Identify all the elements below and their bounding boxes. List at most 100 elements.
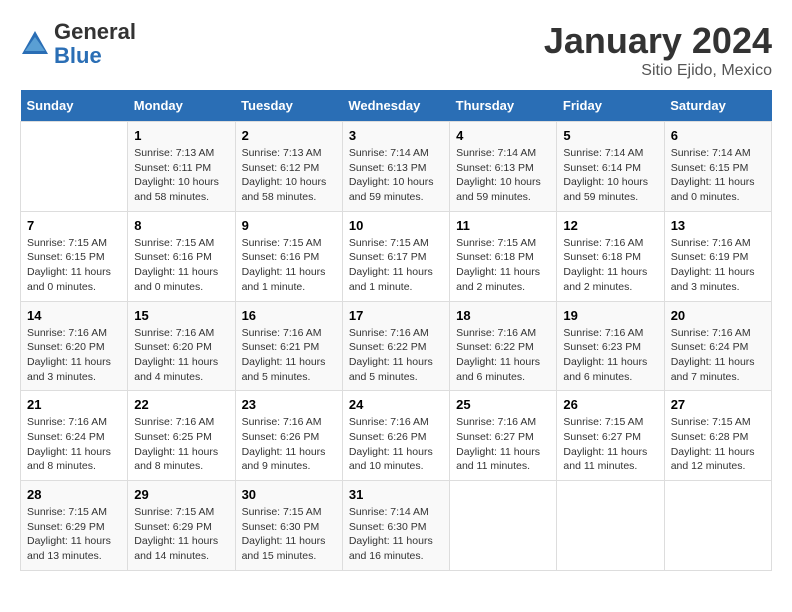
day-number: 26: [563, 397, 657, 412]
day-number: 20: [671, 308, 765, 323]
calendar-cell: 15 Sunrise: 7:16 AMSunset: 6:20 PMDaylig…: [128, 301, 235, 391]
day-info: Sunrise: 7:13 AMSunset: 6:11 PMDaylight:…: [134, 147, 219, 203]
day-info: Sunrise: 7:16 AMSunset: 6:22 PMDaylight:…: [456, 327, 540, 383]
day-number: 17: [349, 308, 443, 323]
day-number: 23: [242, 397, 336, 412]
day-number: 10: [349, 218, 443, 233]
day-info: Sunrise: 7:15 AMSunset: 6:18 PMDaylight:…: [456, 237, 540, 293]
calendar-week-3: 14 Sunrise: 7:16 AMSunset: 6:20 PMDaylig…: [21, 301, 772, 391]
day-info: Sunrise: 7:16 AMSunset: 6:20 PMDaylight:…: [27, 327, 111, 383]
day-info: Sunrise: 7:15 AMSunset: 6:30 PMDaylight:…: [242, 506, 326, 562]
calendar-cell: 6 Sunrise: 7:14 AMSunset: 6:15 PMDayligh…: [664, 122, 771, 212]
day-info: Sunrise: 7:16 AMSunset: 6:25 PMDaylight:…: [134, 416, 218, 472]
day-info: Sunrise: 7:15 AMSunset: 6:28 PMDaylight:…: [671, 416, 755, 472]
calendar-cell: 20 Sunrise: 7:16 AMSunset: 6:24 PMDaylig…: [664, 301, 771, 391]
logo-general: General: [54, 20, 136, 44]
page-header: General Blue January 2024 Sitio Ejido, M…: [20, 20, 772, 80]
day-number: 2: [242, 128, 336, 143]
day-number: 18: [456, 308, 550, 323]
weekday-header-tuesday: Tuesday: [235, 90, 342, 122]
day-info: Sunrise: 7:16 AMSunset: 6:22 PMDaylight:…: [349, 327, 433, 383]
day-number: 28: [27, 487, 121, 502]
day-number: 4: [456, 128, 550, 143]
day-number: 8: [134, 218, 228, 233]
day-number: 19: [563, 308, 657, 323]
day-number: 29: [134, 487, 228, 502]
calendar-cell: [450, 481, 557, 571]
calendar-cell: 5 Sunrise: 7:14 AMSunset: 6:14 PMDayligh…: [557, 122, 664, 212]
day-number: 1: [134, 128, 228, 143]
calendar-week-1: 1 Sunrise: 7:13 AMSunset: 6:11 PMDayligh…: [21, 122, 772, 212]
day-number: 16: [242, 308, 336, 323]
day-number: 13: [671, 218, 765, 233]
title-block: January 2024 Sitio Ejido, Mexico: [544, 20, 772, 80]
calendar-cell: 29 Sunrise: 7:15 AMSunset: 6:29 PMDaylig…: [128, 481, 235, 571]
day-info: Sunrise: 7:16 AMSunset: 6:21 PMDaylight:…: [242, 327, 326, 383]
calendar-cell: [664, 481, 771, 571]
day-number: 31: [349, 487, 443, 502]
day-info: Sunrise: 7:16 AMSunset: 6:23 PMDaylight:…: [563, 327, 647, 383]
day-number: 15: [134, 308, 228, 323]
calendar-cell: [21, 122, 128, 212]
calendar-cell: 25 Sunrise: 7:16 AMSunset: 6:27 PMDaylig…: [450, 391, 557, 481]
weekday-header-friday: Friday: [557, 90, 664, 122]
day-info: Sunrise: 7:13 AMSunset: 6:12 PMDaylight:…: [242, 147, 327, 203]
day-number: 6: [671, 128, 765, 143]
day-number: 24: [349, 397, 443, 412]
day-number: 12: [563, 218, 657, 233]
day-info: Sunrise: 7:16 AMSunset: 6:26 PMDaylight:…: [242, 416, 326, 472]
weekday-header-sunday: Sunday: [21, 90, 128, 122]
day-info: Sunrise: 7:16 AMSunset: 6:19 PMDaylight:…: [671, 237, 755, 293]
day-number: 3: [349, 128, 443, 143]
day-number: 25: [456, 397, 550, 412]
logo-text: General Blue: [54, 20, 136, 68]
day-info: Sunrise: 7:16 AMSunset: 6:18 PMDaylight:…: [563, 237, 647, 293]
calendar-cell: 31 Sunrise: 7:14 AMSunset: 6:30 PMDaylig…: [342, 481, 449, 571]
day-info: Sunrise: 7:14 AMSunset: 6:13 PMDaylight:…: [349, 147, 434, 203]
day-number: 9: [242, 218, 336, 233]
calendar-cell: 18 Sunrise: 7:16 AMSunset: 6:22 PMDaylig…: [450, 301, 557, 391]
day-info: Sunrise: 7:15 AMSunset: 6:29 PMDaylight:…: [27, 506, 111, 562]
logo: General Blue: [20, 20, 136, 68]
weekday-header-row: SundayMondayTuesdayWednesdayThursdayFrid…: [21, 90, 772, 122]
calendar-cell: 1 Sunrise: 7:13 AMSunset: 6:11 PMDayligh…: [128, 122, 235, 212]
calendar-cell: 12 Sunrise: 7:16 AMSunset: 6:18 PMDaylig…: [557, 211, 664, 301]
calendar-cell: 16 Sunrise: 7:16 AMSunset: 6:21 PMDaylig…: [235, 301, 342, 391]
day-info: Sunrise: 7:14 AMSunset: 6:13 PMDaylight:…: [456, 147, 541, 203]
day-number: 11: [456, 218, 550, 233]
calendar-cell: 22 Sunrise: 7:16 AMSunset: 6:25 PMDaylig…: [128, 391, 235, 481]
day-number: 21: [27, 397, 121, 412]
day-info: Sunrise: 7:14 AMSunset: 6:15 PMDaylight:…: [671, 147, 755, 203]
day-number: 27: [671, 397, 765, 412]
calendar-week-2: 7 Sunrise: 7:15 AMSunset: 6:15 PMDayligh…: [21, 211, 772, 301]
calendar-cell: 7 Sunrise: 7:15 AMSunset: 6:15 PMDayligh…: [21, 211, 128, 301]
logo-blue: Blue: [54, 44, 136, 68]
calendar-cell: 4 Sunrise: 7:14 AMSunset: 6:13 PMDayligh…: [450, 122, 557, 212]
day-info: Sunrise: 7:16 AMSunset: 6:26 PMDaylight:…: [349, 416, 433, 472]
day-info: Sunrise: 7:15 AMSunset: 6:17 PMDaylight:…: [349, 237, 433, 293]
weekday-header-thursday: Thursday: [450, 90, 557, 122]
calendar-cell: 10 Sunrise: 7:15 AMSunset: 6:17 PMDaylig…: [342, 211, 449, 301]
weekday-header-monday: Monday: [128, 90, 235, 122]
day-number: 22: [134, 397, 228, 412]
calendar-cell: 28 Sunrise: 7:15 AMSunset: 6:29 PMDaylig…: [21, 481, 128, 571]
calendar-cell: 13 Sunrise: 7:16 AMSunset: 6:19 PMDaylig…: [664, 211, 771, 301]
calendar-week-5: 28 Sunrise: 7:15 AMSunset: 6:29 PMDaylig…: [21, 481, 772, 571]
calendar-cell: 19 Sunrise: 7:16 AMSunset: 6:23 PMDaylig…: [557, 301, 664, 391]
day-info: Sunrise: 7:15 AMSunset: 6:16 PMDaylight:…: [134, 237, 218, 293]
day-info: Sunrise: 7:14 AMSunset: 6:14 PMDaylight:…: [563, 147, 648, 203]
calendar-cell: 8 Sunrise: 7:15 AMSunset: 6:16 PMDayligh…: [128, 211, 235, 301]
day-info: Sunrise: 7:15 AMSunset: 6:29 PMDaylight:…: [134, 506, 218, 562]
day-info: Sunrise: 7:16 AMSunset: 6:20 PMDaylight:…: [134, 327, 218, 383]
day-info: Sunrise: 7:16 AMSunset: 6:27 PMDaylight:…: [456, 416, 540, 472]
location: Sitio Ejido, Mexico: [544, 62, 772, 80]
calendar-cell: 24 Sunrise: 7:16 AMSunset: 6:26 PMDaylig…: [342, 391, 449, 481]
calendar-cell: 23 Sunrise: 7:16 AMSunset: 6:26 PMDaylig…: [235, 391, 342, 481]
day-info: Sunrise: 7:15 AMSunset: 6:15 PMDaylight:…: [27, 237, 111, 293]
day-info: Sunrise: 7:15 AMSunset: 6:16 PMDaylight:…: [242, 237, 326, 293]
calendar-cell: 9 Sunrise: 7:15 AMSunset: 6:16 PMDayligh…: [235, 211, 342, 301]
day-number: 14: [27, 308, 121, 323]
month-title: January 2024: [544, 20, 772, 62]
calendar-week-4: 21 Sunrise: 7:16 AMSunset: 6:24 PMDaylig…: [21, 391, 772, 481]
calendar-header: SundayMondayTuesdayWednesdayThursdayFrid…: [21, 90, 772, 122]
